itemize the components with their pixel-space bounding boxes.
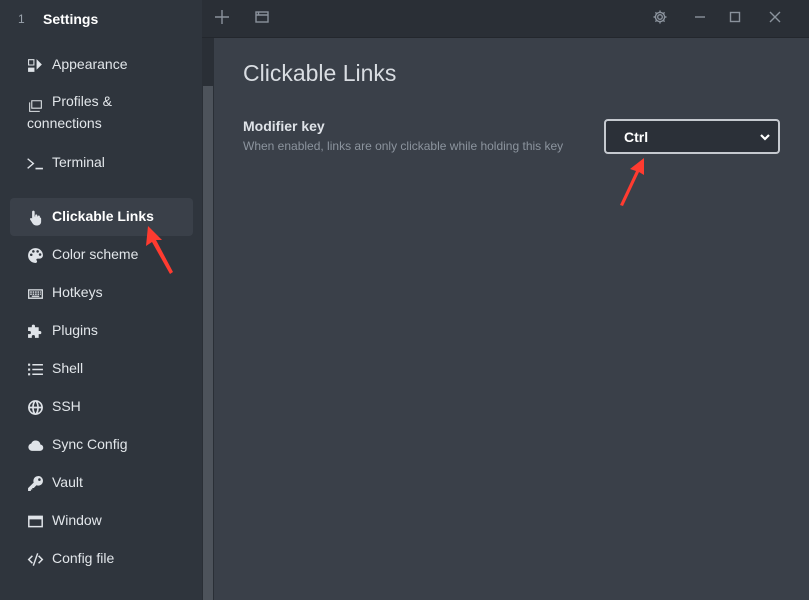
sidebar-item-label: Hotkeys: [52, 284, 103, 300]
sidebar-item-label: Window: [52, 512, 102, 528]
settings-tab-header[interactable]: 1 Settings: [0, 0, 202, 38]
tab-index: 1: [18, 12, 25, 26]
sidebar-item-profiles[interactable]: Profiles & connections: [10, 86, 193, 140]
terminal-icon: [26, 155, 44, 171]
minimize-icon[interactable]: [690, 9, 710, 29]
sidebar-item-label: Plugins: [52, 322, 98, 338]
keyboard-icon: [26, 285, 44, 301]
key-icon: [26, 475, 44, 491]
modifier-key-label: Modifier key: [243, 118, 325, 134]
chevron-down-icon: [758, 130, 772, 144]
puzzle-icon: [26, 323, 44, 339]
tab-list-icon[interactable]: [252, 9, 272, 29]
list-icon: [26, 361, 44, 377]
sidebar-item-label: Terminal: [52, 154, 105, 170]
sidebar-item-sync-config[interactable]: Sync Config: [10, 426, 193, 464]
sidebar-item-ssh[interactable]: SSH: [10, 388, 193, 426]
sidebar-item-shell[interactable]: Shell: [10, 350, 193, 388]
sidebar-item-label: Shell: [52, 360, 84, 376]
sidebar-item-label-line2: connections: [27, 115, 102, 131]
maximize-icon[interactable]: [725, 9, 745, 29]
sidebar-item-label: Sync Config: [52, 436, 128, 452]
sidebar-scrollbar-thumb[interactable]: [203, 86, 213, 600]
sidebar-item-label: Color scheme: [52, 246, 139, 262]
sidebar-item-label: Profiles &: [52, 93, 112, 109]
annotation-arrow-sidebar: [146, 226, 173, 274]
sidebar-item-window[interactable]: Window: [10, 502, 193, 540]
settings-content: Clickable Links Modifier key When enable…: [214, 39, 809, 600]
modifier-key-value: Ctrl: [624, 129, 649, 145]
sidebar-item-terminal[interactable]: Terminal: [10, 144, 193, 182]
settings-sidebar: 1 Settings Appearance Profiles & connect…: [0, 0, 202, 600]
sidebar-item-label: SSH: [52, 398, 81, 414]
window-icon: [26, 513, 44, 529]
sidebar-item-label: Clickable Links: [52, 208, 154, 224]
pointer-hand-icon: [26, 209, 44, 225]
sidebar-item-plugins[interactable]: Plugins: [10, 312, 193, 350]
sidebar-item-config-file[interactable]: Config file: [10, 540, 193, 578]
modifier-key-select[interactable]: Ctrl: [604, 119, 780, 154]
modifier-key-description: When enabled, links are only clickable w…: [243, 139, 564, 153]
tab-title: Settings: [43, 11, 99, 27]
sidebar-item-label: Vault: [52, 474, 83, 490]
app-window: 1 Settings Appearance Profiles & connect…: [0, 0, 809, 600]
globe-icon: [26, 399, 44, 415]
sidebar-item-label: Config file: [52, 550, 115, 566]
title-bar: [202, 0, 809, 38]
gear-icon[interactable]: [650, 9, 670, 29]
profiles-icon: [26, 97, 44, 113]
palette-icon: [26, 247, 44, 263]
page-title: Clickable Links: [243, 60, 397, 86]
sidebar-item-label: Appearance: [52, 56, 128, 72]
plus-icon[interactable]: [212, 9, 232, 29]
code-icon: [26, 551, 44, 567]
appearance-icon: [26, 57, 44, 73]
sidebar-item-appearance[interactable]: Appearance: [10, 46, 193, 84]
close-icon[interactable]: [765, 9, 785, 29]
cloud-icon: [26, 437, 44, 453]
sidebar-item-vault[interactable]: Vault: [10, 464, 193, 502]
annotation-arrow-select: [620, 158, 644, 206]
